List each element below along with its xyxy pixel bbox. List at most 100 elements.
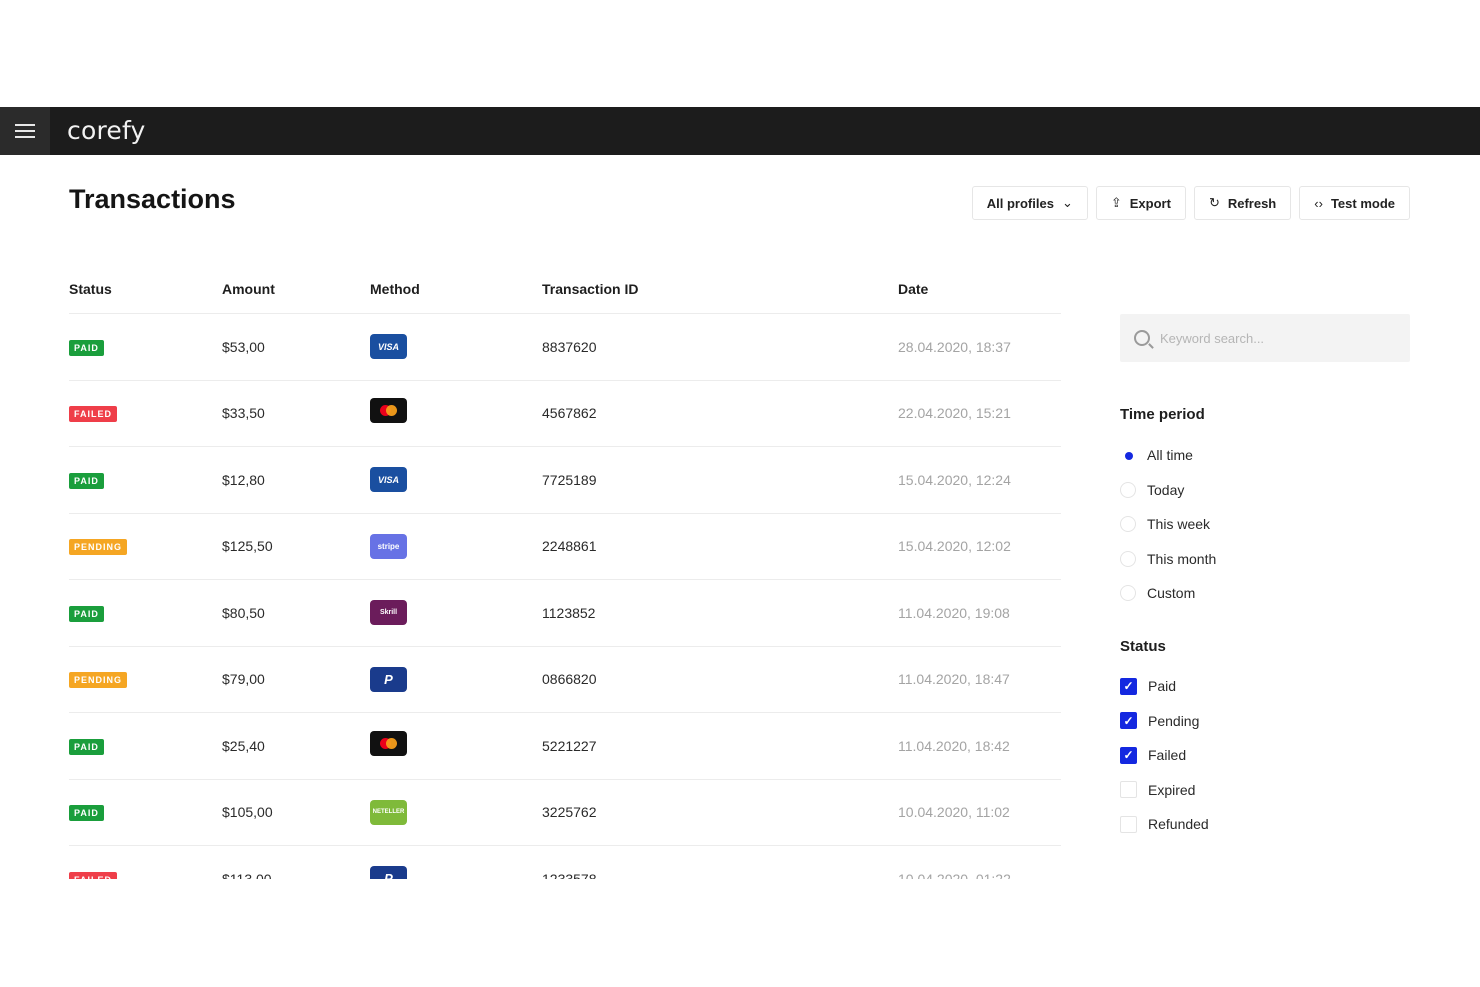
table-clip-mask — [0, 879, 1480, 987]
time-option-custom[interactable]: Custom — [1120, 576, 1216, 611]
all-profiles-label: All profiles — [986, 195, 1054, 211]
checkbox-checked-icon[interactable]: ✓ — [1120, 677, 1137, 695]
date-cell: 11.04.2020, 19:08 — [898, 604, 1010, 621]
export-label: Export — [1129, 195, 1171, 211]
transaction-id-cell: 4567862 — [542, 405, 597, 422]
date-cell: 15.04.2020, 12:24 — [898, 471, 1011, 488]
neteller-icon: NETELLER — [370, 799, 407, 825]
checkbox-icon[interactable] — [1120, 781, 1137, 799]
search-input[interactable] — [1160, 330, 1390, 346]
time-option-label: This month — [1147, 550, 1217, 567]
mastercard-icon — [370, 398, 407, 424]
status-option-label: Paid — [1148, 678, 1177, 695]
amount-cell: $105,00 — [222, 804, 273, 821]
radio-button[interactable] — [1120, 585, 1136, 602]
amount-cell: $125,50 — [222, 538, 273, 555]
refresh-label: Refresh — [1227, 195, 1277, 211]
radio-button[interactable] — [1120, 447, 1136, 464]
status-filter-options: ✓ Paid ✓ Pending ✓ Failed Expired Refunded — [1120, 669, 1209, 842]
column-header-transaction-id[interactable]: Transaction ID — [542, 281, 898, 297]
refresh-icon: ↻ — [1208, 195, 1220, 210]
test-mode-label: Test mode — [1330, 195, 1395, 211]
status-option-label: Pending — [1148, 712, 1200, 729]
radio-button[interactable] — [1120, 550, 1136, 567]
skrill-icon: Skrill — [370, 600, 407, 626]
status-option-refunded[interactable]: Refunded — [1120, 807, 1209, 842]
column-header-date[interactable]: Date — [898, 281, 1061, 297]
paypal-icon: P — [370, 666, 407, 692]
column-header-method[interactable]: Method — [370, 281, 542, 297]
status-badge: PAID — [69, 805, 104, 822]
column-header-amount[interactable]: Amount — [222, 281, 370, 297]
time-option-label: Custom — [1147, 585, 1196, 602]
time-period-options: All time Today This week This month Cust… — [1120, 438, 1216, 611]
chevron-down-icon: ⌄ — [1061, 195, 1073, 210]
page-title: Transactions — [69, 184, 236, 214]
date-cell: 10.04.2020, 11:02 — [898, 804, 1010, 821]
amount-cell: $79,00 — [222, 671, 265, 688]
amount-cell: $80,50 — [222, 604, 265, 621]
checkbox-icon[interactable] — [1120, 815, 1137, 833]
visa-icon: VISA — [370, 334, 407, 360]
top-navigation-bar: corefy — [0, 107, 1480, 155]
status-badge: PAID — [69, 738, 104, 755]
export-button[interactable]: ⇪ Export — [1095, 186, 1186, 220]
table-row[interactable]: PENDING $125,50 stripe 2248861 15.04.202… — [69, 514, 1061, 580]
table-row[interactable]: PENDING $79,00 P 0866820 11.04.2020, 18:… — [69, 647, 1061, 713]
table-row[interactable]: PAID $53,00 VISA 8837620 28.04.2020, 18:… — [69, 314, 1061, 381]
table-header: Status Amount Method Transaction ID Date — [69, 264, 1061, 314]
status-badge: PENDING — [69, 672, 128, 689]
table-row[interactable]: PAID $80,50 Skrill 1123852 11.04.2020, 1… — [69, 580, 1061, 647]
transaction-id-cell: 7725189 — [542, 471, 597, 488]
status-option-paid[interactable]: ✓ Paid — [1120, 669, 1209, 704]
search-icon — [1134, 330, 1150, 346]
transaction-id-cell: 2248861 — [542, 538, 597, 555]
refresh-button[interactable]: ↻ Refresh — [1193, 186, 1292, 220]
status-option-label: Refunded — [1148, 816, 1209, 833]
visa-icon: VISA — [370, 467, 407, 493]
table-row[interactable]: PAID $25,40 5221227 11.04.2020, 18:42 — [69, 713, 1061, 780]
radio-button[interactable] — [1120, 516, 1136, 533]
test-mode-button[interactable]: ‹› Test mode — [1299, 186, 1410, 220]
transaction-id-cell: 5221227 — [542, 737, 597, 754]
time-option-this-month[interactable]: This month — [1120, 542, 1216, 577]
amount-cell: $33,50 — [222, 405, 265, 422]
radio-button[interactable] — [1120, 481, 1136, 498]
time-option-all-time[interactable]: All time — [1120, 438, 1216, 473]
status-badge: PENDING — [69, 539, 128, 556]
status-badge: FAILED — [69, 406, 118, 423]
amount-cell: $12,80 — [222, 471, 265, 488]
checkbox-checked-icon[interactable]: ✓ — [1120, 746, 1137, 764]
stripe-icon: stripe — [370, 533, 407, 559]
toolbar: All profiles ⌄ ⇪ Export ↻ Refresh ‹› Tes… — [971, 186, 1410, 220]
status-option-label: Expired — [1148, 781, 1196, 798]
status-option-failed[interactable]: ✓ Failed — [1120, 738, 1209, 773]
corefy-logo[interactable]: corefy — [67, 116, 146, 145]
status-option-label: Failed — [1148, 747, 1187, 764]
date-cell: 11.04.2020, 18:47 — [898, 671, 1010, 688]
transaction-id-cell: 8837620 — [542, 338, 597, 355]
time-option-today[interactable]: Today — [1120, 473, 1216, 508]
column-header-status[interactable]: Status — [69, 281, 222, 297]
date-cell: 15.04.2020, 12:02 — [898, 538, 1011, 555]
table-row[interactable]: PAID $12,80 VISA 7725189 15.04.2020, 12:… — [69, 447, 1061, 514]
transaction-id-cell: 3225762 — [542, 804, 597, 821]
keyword-search-field[interactable] — [1120, 314, 1410, 362]
export-icon: ⇪ — [1110, 195, 1122, 210]
time-option-label: This week — [1147, 516, 1211, 533]
checkbox-checked-icon[interactable]: ✓ — [1120, 712, 1137, 730]
hamburger-menu-icon[interactable] — [0, 107, 50, 155]
transactions-table: Status Amount Method Transaction ID Date… — [69, 264, 1061, 913]
date-cell: 28.04.2020, 18:37 — [898, 338, 1011, 355]
status-option-expired[interactable]: Expired — [1120, 773, 1209, 808]
status-badge: PAID — [69, 339, 104, 356]
date-cell: 11.04.2020, 18:42 — [898, 737, 1010, 754]
transaction-id-cell: 0866820 — [542, 671, 597, 688]
time-option-this-week[interactable]: This week — [1120, 507, 1216, 542]
table-row[interactable]: FAILED $33,50 4567862 22.04.2020, 15:21 — [69, 381, 1061, 447]
status-badge: PAID — [69, 605, 104, 622]
time-option-label: Today — [1147, 481, 1185, 498]
all-profiles-dropdown[interactable]: All profiles ⌄ — [971, 186, 1088, 220]
status-option-pending[interactable]: ✓ Pending — [1120, 704, 1209, 739]
table-row[interactable]: PAID $105,00 NETELLER 3225762 10.04.2020… — [69, 780, 1061, 846]
